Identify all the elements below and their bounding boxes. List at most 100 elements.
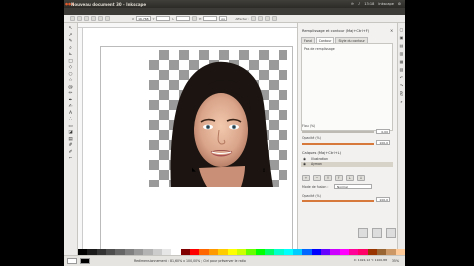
- add-layer-button[interactable]: +: [302, 175, 310, 181]
- scale-handle-bottom-mid[interactable]: ⇕: [262, 169, 266, 174]
- coord-y: Y: 1100,88: [371, 258, 387, 262]
- rect-tool-icon[interactable]: □: [68, 59, 74, 65]
- docked-dialogs: Remplissage et contour (Maj+Ctrl+F) × Fo…: [297, 23, 397, 255]
- layer-down-button[interactable]: ↓: [346, 175, 354, 181]
- keyboard-layout[interactable]: fr: [351, 2, 354, 6]
- horizontal-ruler[interactable]: [78, 23, 297, 28]
- thumbnail[interactable]: [386, 228, 396, 238]
- spray-tool-icon[interactable]: ∴: [68, 118, 74, 123]
- affect-stroke-button[interactable]: [251, 16, 257, 21]
- affect-corners-button[interactable]: [258, 16, 264, 21]
- layer-row-ayman[interactable]: ◉ Ayman: [301, 162, 393, 167]
- save-icon[interactable]: ▤: [399, 43, 404, 48]
- dropper-tool-icon[interactable]: ✐: [68, 150, 74, 156]
- y-label: Y: [152, 16, 155, 21]
- gear-icon[interactable]: ⚙: [398, 2, 401, 6]
- layer-top-button[interactable]: ⇑: [324, 175, 332, 181]
- eye-icon[interactable]: ◉: [303, 162, 306, 167]
- status-bar: Redimensionnement : 81,60% x 100,00% ; C…: [64, 255, 405, 266]
- tool-controls-bar: X 16.768 Y L H px Affecter :: [64, 15, 405, 23]
- blend-mode-label: Mode de fusion :: [302, 185, 329, 189]
- print-icon[interactable]: ▥: [399, 51, 404, 56]
- unit-select[interactable]: px: [219, 16, 228, 21]
- new-doc-icon[interactable]: ▢: [399, 27, 404, 32]
- gradient-tool-icon[interactable]: ▤: [68, 137, 74, 143]
- lower-button[interactable]: [105, 16, 110, 21]
- status-message: Redimensionnement : 81,60% x 100,00% ; C…: [134, 259, 246, 263]
- rotate-ccw-button[interactable]: [70, 16, 75, 21]
- symbol-thumbnails: [358, 228, 396, 238]
- clock[interactable]: 13:18: [364, 2, 374, 6]
- selector-tool-icon[interactable]: ↖: [68, 27, 74, 32]
- blur-label: Flou (%): [302, 124, 316, 128]
- ellipse-tool-icon[interactable]: ○: [68, 72, 74, 78]
- eraser-tool-icon[interactable]: ▭: [68, 124, 74, 130]
- connector-tool-icon[interactable]: ⌐: [68, 157, 74, 162]
- node-tool-icon[interactable]: ↗: [68, 33, 74, 39]
- text-tool-icon[interactable]: A: [68, 111, 74, 117]
- y-field[interactable]: [156, 16, 171, 21]
- zoom-level[interactable]: 35%: [392, 259, 399, 263]
- thumbnail[interactable]: [372, 228, 382, 238]
- volume-icon[interactable]: ♪: [358, 2, 360, 6]
- calligraphy-tool-icon[interactable]: ✍: [68, 105, 74, 110]
- layer-opacity-slider[interactable]: [302, 200, 374, 202]
- affect-label: Affecter :: [235, 16, 250, 21]
- flip-h-button[interactable]: [84, 16, 89, 21]
- layer-up-button[interactable]: ↑: [335, 175, 343, 181]
- copy-icon[interactable]: ⎘: [399, 91, 404, 96]
- fill-indicator[interactable]: [67, 258, 77, 264]
- opacity-label: Opacité (%): [302, 136, 321, 140]
- layer-buttons: + − ⇑ ↑ ↓ ⇓: [302, 175, 365, 181]
- h-label: H: [199, 16, 202, 21]
- canvas[interactable]: ◣ ◢ ⇕: [78, 23, 297, 249]
- layer-opacity-field[interactable]: 100,0: [376, 197, 390, 202]
- portrait-image[interactable]: [149, 50, 287, 187]
- thumbnail[interactable]: [358, 228, 368, 238]
- measure-tool-icon[interactable]: ⊾: [68, 53, 74, 58]
- raise-bottom-button[interactable]: [98, 16, 103, 21]
- mesh-tool-icon[interactable]: #: [68, 144, 74, 149]
- portrait-artwork: [170, 61, 273, 187]
- bucket-tool-icon[interactable]: ◪: [68, 131, 74, 136]
- open-icon[interactable]: ▣: [399, 35, 404, 40]
- layer-bottom-button[interactable]: ⇓: [357, 175, 365, 181]
- stroke-indicator[interactable]: [80, 258, 90, 264]
- import-icon[interactable]: ▦: [399, 59, 404, 64]
- x-field[interactable]: 16.768: [136, 16, 151, 21]
- 3dbox-tool-icon[interactable]: ◇: [68, 66, 74, 71]
- opacity-field[interactable]: 100,0: [376, 140, 390, 145]
- blend-mode-select[interactable]: Normal: [334, 184, 372, 189]
- fill-stroke-title: Remplissage et contour (Maj+Ctrl+F): [302, 29, 370, 33]
- undo-icon[interactable]: ↶: [399, 75, 404, 80]
- affect-pattern-button[interactable]: [272, 16, 278, 21]
- spiral-tool-icon[interactable]: @: [68, 85, 74, 91]
- close-icon[interactable]: ×: [390, 28, 393, 33]
- h-field[interactable]: [203, 16, 218, 21]
- zoom-tool-icon[interactable]: ⌕: [68, 46, 74, 52]
- tweak-tool-icon[interactable]: ✎: [68, 40, 74, 45]
- export-icon[interactable]: ▧: [399, 67, 404, 72]
- redo-icon[interactable]: ↷: [399, 83, 404, 88]
- opacity-slider[interactable]: [302, 143, 374, 145]
- remove-layer-button[interactable]: −: [313, 175, 321, 181]
- lock-ratio-button[interactable]: [192, 16, 198, 21]
- pen-tool-icon[interactable]: ✒: [68, 98, 74, 104]
- rotate-cw-button[interactable]: [77, 16, 82, 21]
- vertical-ruler[interactable]: [78, 28, 83, 249]
- w-field[interactable]: [176, 16, 191, 21]
- user-name[interactable]: Inkscape: [378, 2, 394, 6]
- scale-handle-bottom-left[interactable]: ◣: [192, 168, 196, 173]
- blur-slider-track[interactable]: [302, 131, 374, 133]
- flip-v-button[interactable]: [91, 16, 96, 21]
- commands-bar: ▢ ▣ ▤ ▥ ▦ ▧ ↶ ↷ ⎘ ⌕: [397, 23, 405, 255]
- layer-label: Ayman: [311, 162, 322, 166]
- system-tray: fr ♪ 13:18 Inkscape ⚙: [351, 2, 401, 6]
- star-tool-icon[interactable]: ☆: [68, 79, 74, 84]
- zoom-icon[interactable]: ⌕: [399, 99, 404, 104]
- fill-none-label: Pas de remplissage: [304, 47, 335, 51]
- coord-x: X: 1022,12: [353, 258, 371, 262]
- affect-gradient-button[interactable]: [265, 16, 271, 21]
- pencil-tool-icon[interactable]: ✏: [68, 92, 74, 97]
- blur-field[interactable]: 0,00: [376, 129, 390, 134]
